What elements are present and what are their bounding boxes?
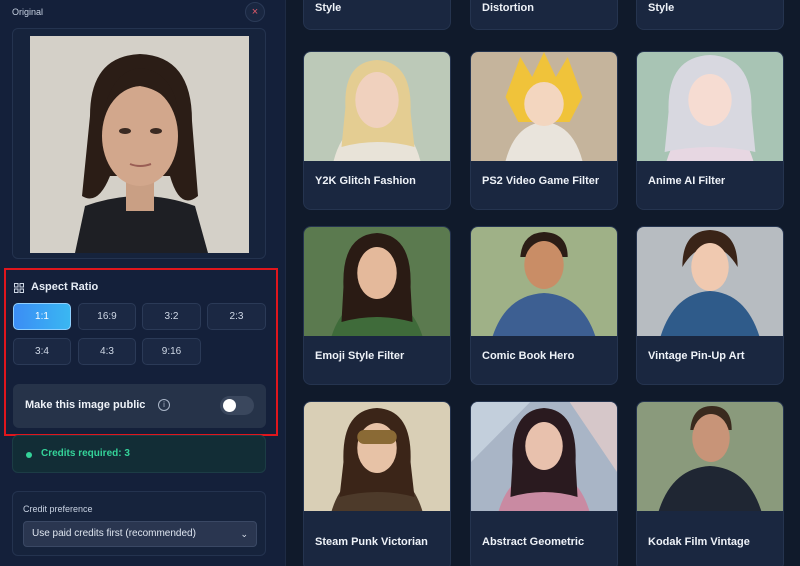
style-card-title: Kodak Film Vintage	[648, 536, 750, 548]
credit-preference-value: Use paid credits first (recommended)	[32, 528, 196, 539]
credits-required-box: Credits required: 3	[12, 435, 266, 473]
style-card-title: Steam Punk Victorian	[315, 536, 428, 548]
style-card-anime-ai-filter[interactable]: Anime AI Filter	[636, 51, 784, 210]
credit-preference-select[interactable]: Use paid credits first (recommended) ⌄	[23, 521, 257, 547]
public-toggle-switch[interactable]	[220, 396, 254, 415]
style-card-title: Y2K Glitch Fashion	[315, 175, 416, 187]
info-icon[interactable]: i	[158, 399, 170, 411]
style-card-title: Style	[315, 2, 342, 14]
credit-preference-box: Credit preference Use paid credits first…	[12, 491, 266, 556]
style-thumbnail	[637, 227, 783, 336]
style-card-steam-punk-victorian[interactable]: Steam Punk Victorian	[303, 401, 451, 566]
credit-preference-label: Credit preference	[23, 504, 93, 514]
chevron-down-icon: ⌄	[240, 529, 248, 539]
aspect-16-9-button[interactable]: 16:9	[78, 303, 136, 330]
style-card-title: Style	[648, 2, 675, 14]
style-card-abstract-geometric[interactable]: Abstract Geometric	[470, 401, 618, 566]
grid-icon	[14, 283, 24, 293]
style-thumbnail	[304, 402, 450, 511]
aspect-ratio-label: Aspect Ratio	[31, 281, 99, 293]
style-card-title: Distortion	[482, 2, 534, 14]
style-thumbnail	[471, 402, 617, 511]
aspect-2-3-button[interactable]: 2:3	[207, 303, 266, 330]
toggle-knob	[223, 399, 236, 412]
style-card-comic-book-hero[interactable]: Comic Book Hero	[470, 226, 618, 385]
style-card-vintage-pin-up-art[interactable]: Vintage Pin-Up Art	[636, 226, 784, 385]
public-toggle-row: Make this image public i	[13, 384, 266, 428]
aspect-9-16-button[interactable]: 9:16	[142, 338, 201, 365]
style-thumbnail	[471, 227, 617, 336]
style-card-title: Emoji Style Filter	[315, 350, 405, 362]
style-card-title: Anime AI Filter	[648, 175, 726, 187]
style-card-y2k-glitch-fashion[interactable]: Y2K Glitch Fashion	[303, 51, 451, 210]
style-card-partial[interactable]: Style	[636, 0, 784, 30]
credit-status-dot	[26, 452, 32, 458]
style-card-title: Abstract Geometric	[482, 536, 585, 548]
style-card-title: PS2 Video Game Filter	[482, 175, 600, 187]
style-thumbnail	[637, 402, 783, 511]
style-card-emoji-style-filter[interactable]: Emoji Style Filter	[303, 226, 451, 385]
left-panel: Original × Aspect Ratio 1:1 16:9 3:2 2:3…	[0, 0, 286, 566]
aspect-3-4-button[interactable]: 3:4	[13, 338, 71, 365]
style-thumbnail	[637, 52, 783, 161]
credits-required-text: Credits required: 3	[41, 448, 130, 459]
close-button[interactable]: ×	[245, 2, 265, 22]
original-label: Original	[12, 7, 44, 17]
style-thumbnail	[471, 52, 617, 161]
original-photo-card	[12, 28, 266, 259]
style-card-ps2-video-game-filter[interactable]: PS2 Video Game Filter	[470, 51, 618, 210]
style-card-partial[interactable]: Distortion	[470, 0, 618, 30]
style-card-title: Comic Book Hero	[482, 350, 575, 362]
style-thumbnail	[304, 227, 450, 336]
aspect-1-1-button[interactable]: 1:1	[13, 303, 71, 330]
aspect-3-2-button[interactable]: 3:2	[142, 303, 201, 330]
original-portrait-image	[30, 36, 249, 253]
aspect-4-3-button[interactable]: 4:3	[78, 338, 136, 365]
style-thumbnail	[304, 52, 450, 161]
style-card-kodak-film-vintage[interactable]: Kodak Film Vintage	[636, 401, 784, 566]
style-card-partial[interactable]: Style	[303, 0, 451, 30]
public-toggle-label: Make this image public	[25, 399, 146, 411]
style-card-title: Vintage Pin-Up Art	[648, 350, 745, 362]
